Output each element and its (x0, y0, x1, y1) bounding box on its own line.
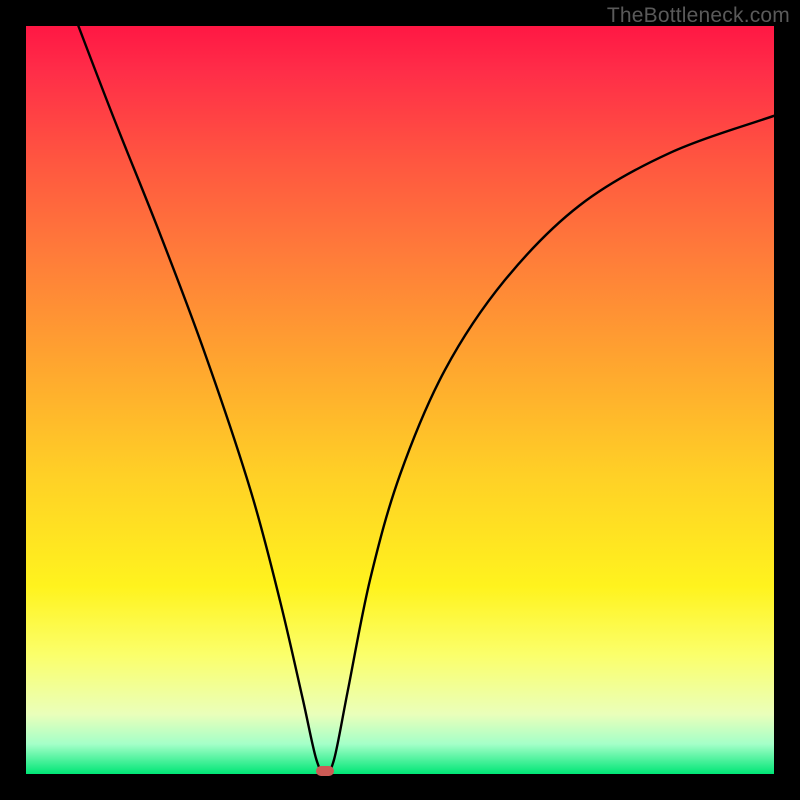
watermark-text: TheBottleneck.com (607, 4, 790, 28)
gradient-plot-area (26, 26, 774, 774)
optimal-marker (316, 766, 334, 776)
